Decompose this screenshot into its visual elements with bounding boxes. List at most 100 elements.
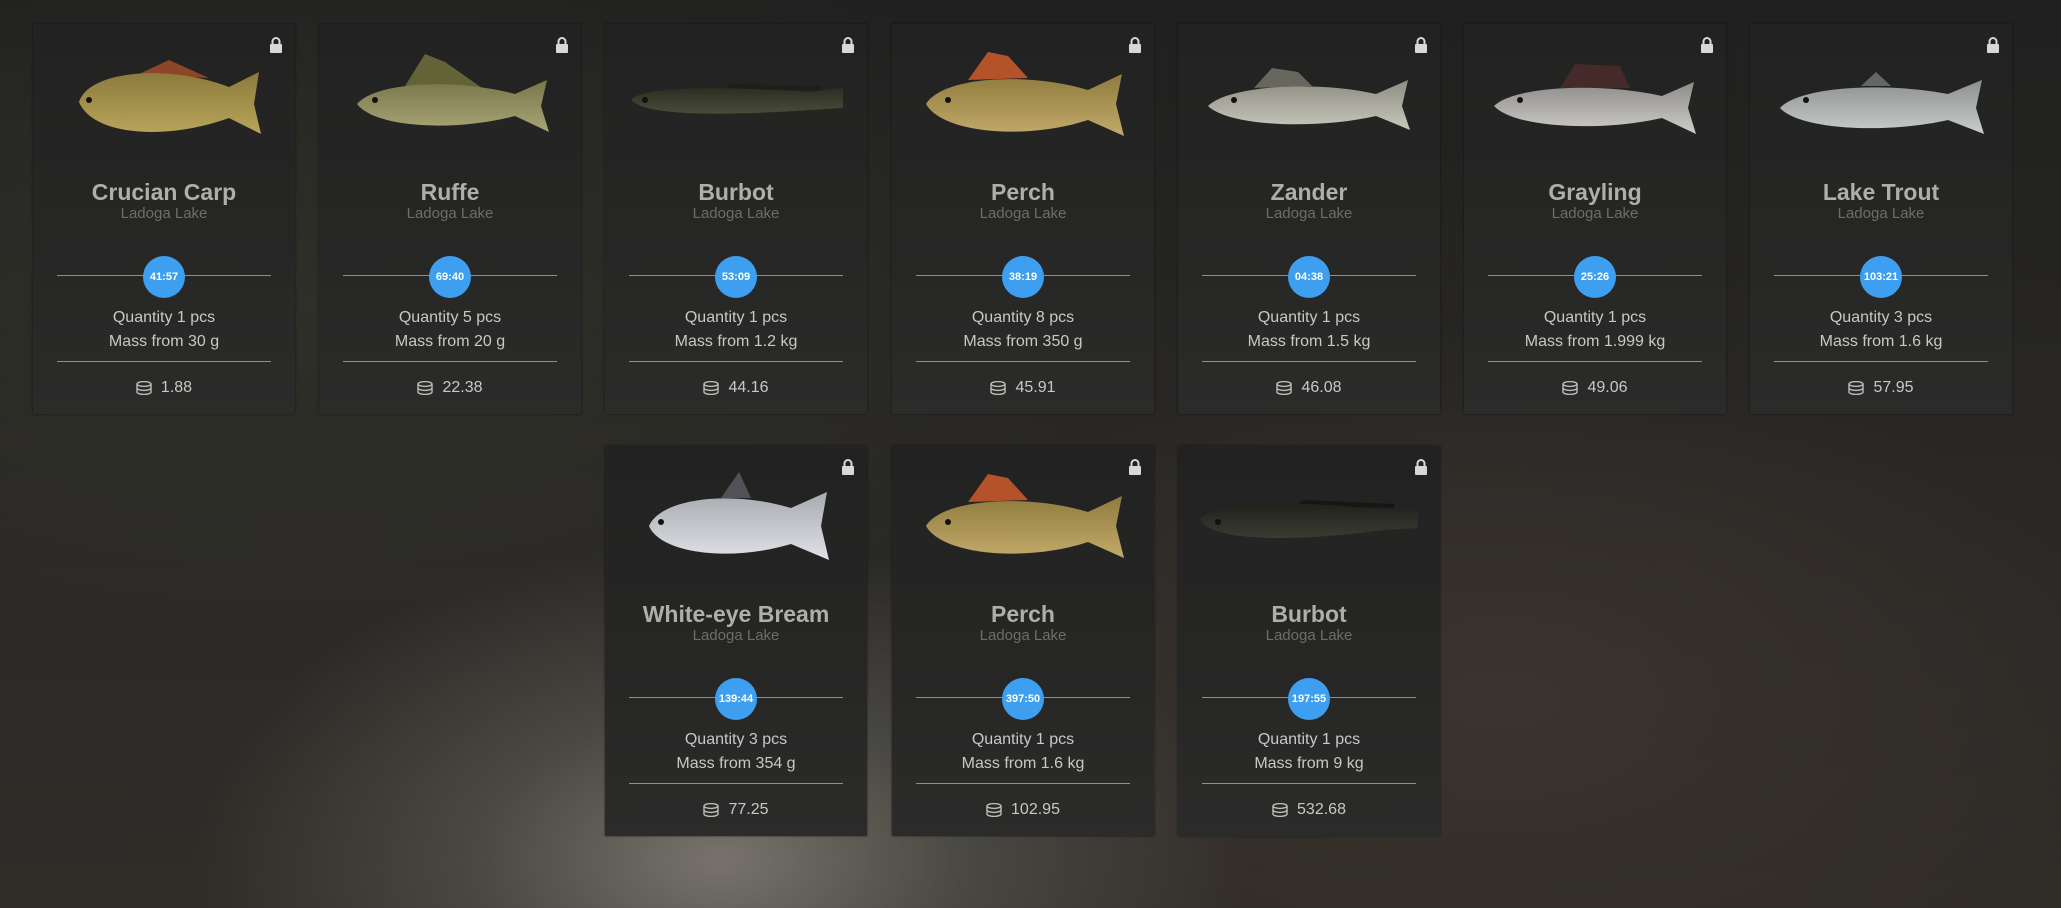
quantity-text: Quantity 1 pcs — [1543, 309, 1647, 326]
perch-fish-image — [926, 52, 1124, 136]
mass-text: Mass from 1.6 kg — [1819, 333, 1943, 350]
coins-icon — [417, 381, 434, 395]
coins-icon — [703, 803, 720, 817]
reward-value: 77.25 — [728, 801, 769, 818]
reward: 45.91 — [892, 379, 1154, 397]
timer-badge: 69:40 — [429, 256, 471, 298]
ruffe-fish-image — [357, 54, 549, 132]
perch-fish-image — [926, 474, 1124, 558]
reward: 1.88 — [33, 379, 295, 397]
mass-text: Mass from 350 g — [963, 333, 1083, 350]
fish-card[interactable]: White-eye Bream Ladoga Lake 139:44 Quant… — [605, 446, 867, 836]
fish-card[interactable]: Zander Ladoga Lake 04:38 Quantity 1 pcs … — [1178, 24, 1440, 414]
reward-value: 46.08 — [1301, 379, 1342, 396]
fish-name: Grayling — [1548, 179, 1642, 205]
fish-name: Crucian Carp — [91, 179, 237, 205]
coins-icon — [1272, 803, 1288, 817]
divider — [343, 361, 557, 362]
fish-location: Ladoga Lake — [406, 205, 494, 222]
fish-name: Burbot — [1271, 601, 1347, 627]
reward-value: 57.95 — [1873, 379, 1914, 396]
mass-text: Mass from 1.6 kg — [961, 755, 1085, 772]
fish-card[interactable]: Crucian Carp Ladoga Lake 41:57 Quantity … — [33, 24, 295, 414]
reward: 46.08 — [1178, 379, 1440, 397]
coins-icon — [1848, 381, 1865, 395]
timer-badge: 197:55 — [1288, 678, 1330, 720]
fish-location: Ladoga Lake — [692, 205, 780, 222]
coins-icon — [990, 381, 1007, 395]
coins-icon — [136, 381, 152, 395]
divider — [629, 361, 843, 362]
fish-name: Burbot — [698, 179, 774, 205]
reward: 49.06 — [1464, 379, 1726, 397]
zander-fish-image — [1208, 68, 1410, 130]
divider — [1202, 361, 1416, 362]
fish-name: Lake Trout — [1822, 179, 1940, 205]
timer-badge: 41:57 — [143, 256, 185, 298]
reward: 22.38 — [319, 379, 581, 397]
divider — [916, 361, 1130, 362]
quantity-text: Quantity 3 pcs — [1829, 309, 1933, 326]
fish-location: Ladoga Lake — [120, 205, 208, 222]
fish-name: White-eye Bream — [642, 601, 830, 627]
fish-name: Zander — [1270, 179, 1348, 205]
fish-card[interactable]: Ruffe Ladoga Lake 69:40 Quantity 5 pcs M… — [319, 24, 581, 414]
fish-card[interactable]: Grayling Ladoga Lake 25:26 Quantity 1 pc… — [1464, 24, 1726, 414]
quantity-text: Quantity 1 pcs — [112, 309, 216, 326]
timer-badge: 38:19 — [1002, 256, 1044, 298]
coins-icon — [703, 381, 720, 395]
reward-value: 44.16 — [728, 379, 769, 396]
quantity-text: Quantity 1 pcs — [971, 731, 1075, 748]
fish-card[interactable]: Burbot Ladoga Lake 197:55 Quantity 1 pcs… — [1178, 446, 1440, 836]
fish-location: Ladoga Lake — [1265, 627, 1353, 644]
quantity-text: Quantity 1 pcs — [1257, 309, 1361, 326]
timer-badge: 04:38 — [1288, 256, 1330, 298]
mass-text: Mass from 354 g — [676, 755, 796, 772]
timer-badge: 139:44 — [715, 678, 757, 720]
reward: 532.68 — [1178, 801, 1440, 819]
quantity-text: Quantity 3 pcs — [684, 731, 788, 748]
divider — [629, 783, 843, 784]
coins-icon — [1562, 381, 1579, 395]
fish-location: Ladoga Lake — [1551, 205, 1639, 222]
timer-badge: 397:50 — [1002, 678, 1044, 720]
fish-card[interactable]: Lake Trout Ladoga Lake 103:21 Quantity 3… — [1750, 24, 2012, 414]
divider — [1774, 361, 1988, 362]
mass-text: Mass from 1.2 kg — [674, 333, 798, 350]
mass-text: Mass from 1.5 kg — [1247, 333, 1371, 350]
divider — [57, 361, 271, 362]
fish-location: Ladoga Lake — [692, 627, 780, 644]
reward-value: 45.91 — [1015, 379, 1056, 396]
reward: 57.95 — [1750, 379, 2012, 397]
reward: 102.95 — [892, 801, 1154, 819]
reward-value: 532.68 — [1297, 801, 1346, 818]
reward-value: 102.95 — [1011, 801, 1060, 818]
divider — [1202, 783, 1416, 784]
fish-name: Ruffe — [420, 179, 480, 205]
divider — [1488, 361, 1702, 362]
quantity-text: Quantity 1 pcs — [1257, 731, 1361, 748]
grayling-fish-image — [1494, 64, 1696, 134]
fish-card[interactable]: Perch Ladoga Lake 397:50 Quantity 1 pcs … — [892, 446, 1154, 836]
reward-value: 49.06 — [1587, 379, 1628, 396]
quantity-text: Quantity 8 pcs — [971, 309, 1075, 326]
burbot-big-fish-image — [1200, 500, 1418, 539]
fish-location: Ladoga Lake — [1837, 205, 1925, 222]
crucian-fish-image — [79, 60, 261, 134]
reward: 44.16 — [605, 379, 867, 397]
reward-value: 22.38 — [442, 379, 483, 396]
fish-card[interactable]: Burbot Ladoga Lake 53:09 Quantity 1 pcs … — [605, 24, 867, 414]
mass-text: Mass from 30 g — [108, 333, 220, 350]
burbot-fish-image — [631, 84, 843, 114]
fish-location: Ladoga Lake — [979, 627, 1067, 644]
mass-text: Mass from 1.999 kg — [1524, 333, 1666, 350]
fish-card[interactable]: Perch Ladoga Lake 38:19 Quantity 8 pcs M… — [892, 24, 1154, 414]
fish-name: Perch — [991, 179, 1055, 205]
mass-text: Mass from 20 g — [394, 333, 506, 350]
trout-fish-image — [1780, 72, 1984, 134]
reward-value: 1.88 — [160, 379, 193, 396]
quantity-text: Quantity 5 pcs — [398, 309, 502, 326]
mass-text: Mass from 9 kg — [1254, 755, 1364, 772]
fish-location: Ladoga Lake — [979, 205, 1067, 222]
coins-icon — [1276, 381, 1293, 395]
